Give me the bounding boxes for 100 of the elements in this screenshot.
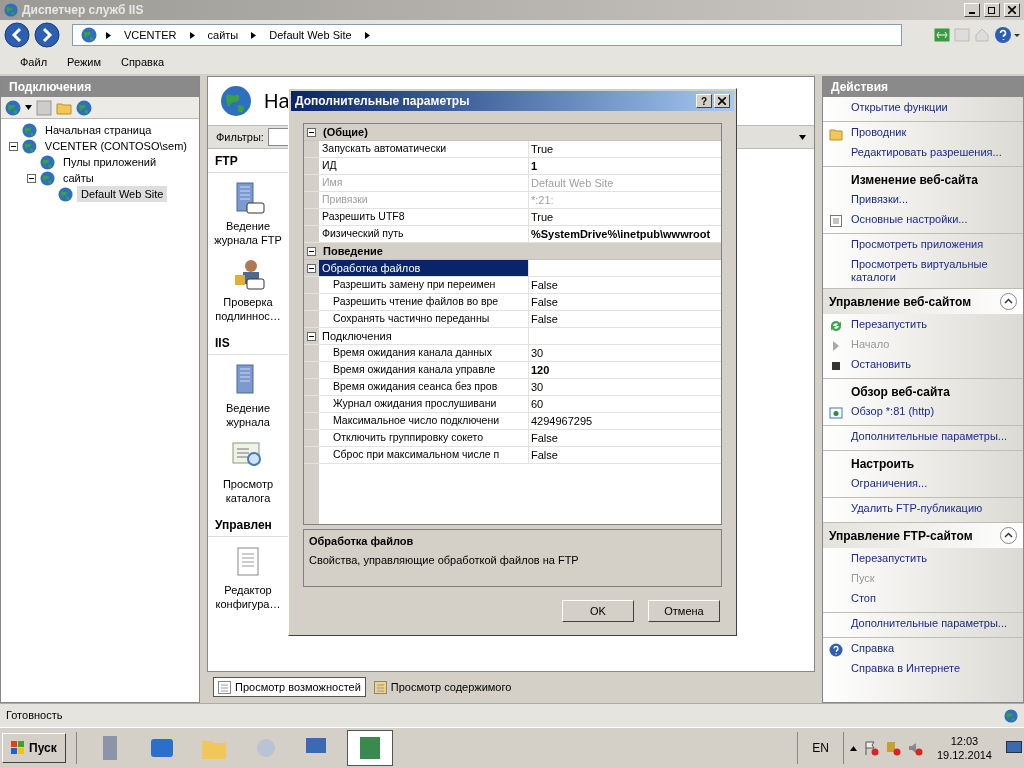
- property-value[interactable]: 30: [531, 378, 544, 396]
- property-name: ИД: [321, 158, 337, 174]
- action-link[interactable]: Остановить: [851, 358, 912, 371]
- action-link[interactable]: Дополнительные параметры...: [851, 617, 1007, 630]
- action-link[interactable]: Удалить FTP-публикацию: [851, 502, 983, 515]
- group-label[interactable]: Обработка файлов: [319, 260, 529, 276]
- windows-logo-icon: [11, 741, 25, 755]
- chevron-icon: [363, 31, 371, 39]
- collapse-icon[interactable]: [9, 141, 18, 151]
- action-heading: Изменение веб-сайта: [851, 172, 978, 189]
- category-label: Поведение: [322, 243, 383, 259]
- breadcrumb-item[interactable]: VCENTER: [120, 26, 181, 44]
- menu-item[interactable]: Справка: [112, 53, 173, 71]
- restore-button[interactable]: [984, 3, 1000, 17]
- tree-item[interactable]: Default Web Site: [77, 185, 168, 203]
- action-link[interactable]: Редактировать разрешения...: [851, 146, 1002, 159]
- collapse-icon[interactable]: [307, 263, 316, 273]
- property-value[interactable]: 120: [531, 361, 550, 379]
- close-button[interactable]: [714, 94, 730, 108]
- collapse-icon[interactable]: [307, 246, 316, 256]
- globe-icon: [220, 85, 252, 117]
- feature-label[interactable]: Проверка подлиннос…: [210, 295, 286, 323]
- menu-item[interactable]: Файл: [12, 53, 56, 71]
- action-link[interactable]: Справка в Интернете: [851, 662, 961, 675]
- property-name: Отключить группировку сокето: [332, 430, 484, 446]
- collapse-icon[interactable]: [307, 331, 316, 341]
- property-value[interactable]: True: [531, 208, 554, 226]
- property-value[interactable]: 30: [531, 344, 544, 362]
- property-value[interactable]: 4294967295: [531, 412, 593, 430]
- property-value[interactable]: False: [531, 310, 558, 328]
- property-value[interactable]: False: [531, 293, 558, 311]
- property-value[interactable]: %SystemDrive%\inetpub\wwwroot: [531, 225, 711, 243]
- action-link[interactable]: Просмотреть виртуальные каталоги: [851, 258, 1017, 284]
- collapse-icon[interactable]: [307, 127, 316, 137]
- feature-label[interactable]: Редактор конфигура…: [210, 583, 286, 611]
- dialog-button[interactable]: Отмена: [648, 600, 720, 622]
- list-icon: [218, 680, 231, 694]
- feature-label[interactable]: Ведение журнала: [210, 401, 286, 429]
- close-icon: [718, 97, 726, 105]
- tree-item[interactable]: Пулы приложений: [59, 153, 161, 171]
- action-link[interactable]: Перезапустить: [851, 318, 927, 331]
- filter-label: Фильтры:: [216, 129, 264, 145]
- chevron-icon: [105, 31, 112, 39]
- action-link[interactable]: Просмотреть приложения: [851, 238, 984, 251]
- help-icon[interactable]: [994, 26, 1020, 44]
- feature-label[interactable]: Ведение журнала FTP: [210, 219, 286, 247]
- section-title: Управление веб-сайтом: [829, 293, 972, 311]
- breadcrumb-item[interactable]: сайты: [203, 26, 243, 44]
- property-value[interactable]: False: [531, 446, 558, 464]
- app-icon: [4, 3, 18, 17]
- collapse-button[interactable]: [1000, 293, 1017, 310]
- menu-item[interactable]: Режим: [59, 53, 109, 71]
- action-link[interactable]: Ограничения...: [851, 477, 928, 490]
- minimize-button[interactable]: [964, 3, 980, 17]
- dropdown-icon[interactable]: [799, 133, 806, 141]
- forward-button[interactable]: [34, 22, 60, 48]
- language-indicator[interactable]: EN: [804, 739, 837, 757]
- tree-item[interactable]: VCENTER (CONTOSO\sem): [40, 137, 191, 155]
- panel-title: Подключения: [9, 79, 92, 96]
- folder-icon: [829, 127, 843, 141]
- action-link[interactable]: Открытие функции: [851, 101, 948, 114]
- action-link[interactable]: Дополнительные параметры...: [851, 430, 1007, 443]
- property-value[interactable]: False: [531, 429, 558, 447]
- show-hidden-icon[interactable]: [849, 744, 857, 752]
- tree-item[interactable]: Начальная страница: [41, 121, 156, 139]
- show-desktop-icon[interactable]: [1006, 741, 1022, 755]
- collapse-icon[interactable]: [27, 173, 36, 183]
- speaker-icon: [906, 740, 923, 756]
- action-link[interactable]: Привязки...: [851, 193, 908, 206]
- property-value[interactable]: 1: [531, 157, 538, 175]
- clock-time: 12:03: [950, 734, 979, 748]
- property-value[interactable]: False: [531, 276, 558, 294]
- feature-label[interactable]: Просмотр каталога: [210, 477, 286, 505]
- close-button[interactable]: [1004, 3, 1020, 17]
- action-link[interactable]: Справка: [851, 642, 895, 655]
- start-button[interactable]: Пуск: [2, 733, 66, 763]
- dialog-button[interactable]: OK: [562, 600, 634, 622]
- taskbar-button[interactable]: [346, 730, 393, 766]
- clock-date: 19.12.2014: [936, 748, 992, 762]
- tree-item[interactable]: сайты: [59, 169, 98, 187]
- property-value[interactable]: True: [531, 140, 554, 158]
- folder-icon: [373, 680, 387, 694]
- action-link[interactable]: Проводник: [851, 126, 907, 139]
- property-value[interactable]: 60: [531, 395, 544, 413]
- address-bar[interactable]: VCENTER сайты Default Web Site: [72, 24, 902, 46]
- back-button[interactable]: [4, 22, 30, 48]
- description-text: Свойства, управляющие обработкой файлов на FTP: [309, 552, 580, 568]
- help-button[interactable]: ?: [696, 94, 712, 108]
- action-link[interactable]: Основные настройки...: [851, 213, 968, 226]
- view-tab[interactable]: Просмотр содержимого: [369, 677, 516, 697]
- dropdown-icon[interactable]: [25, 104, 32, 111]
- property-name: Привязки: [321, 192, 368, 208]
- collapse-button[interactable]: [1000, 527, 1017, 544]
- action-link[interactable]: Обзор *:81 (http): [851, 405, 935, 418]
- status-text: Готовность: [6, 708, 63, 724]
- group-label[interactable]: Подключения: [319, 328, 529, 344]
- breadcrumb-item[interactable]: Default Web Site: [265, 26, 356, 44]
- action-link[interactable]: Стоп: [851, 592, 876, 605]
- view-tab[interactable]: Просмотр возможностей: [213, 677, 366, 697]
- action-link[interactable]: Перезапустить: [851, 552, 927, 565]
